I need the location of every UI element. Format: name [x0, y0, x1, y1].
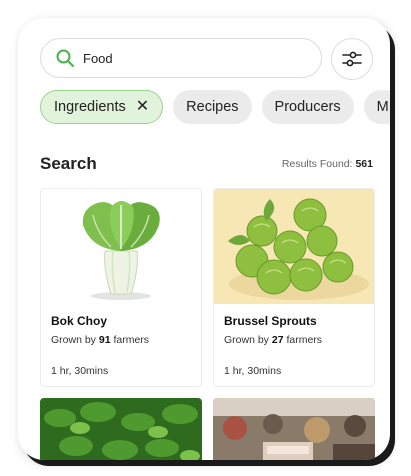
- farmer-count: 27: [271, 334, 284, 346]
- chip-recipes[interactable]: Recipes: [173, 90, 252, 124]
- card-farmers: Grown by 91 farmers: [51, 334, 149, 346]
- filter-button[interactable]: [331, 38, 373, 80]
- recipe-card[interactable]: Bok Choy Grown by 91 farmers 1 hr, 30min…: [40, 188, 202, 387]
- chip-producers[interactable]: Producers: [261, 90, 354, 124]
- search-bar[interactable]: [40, 38, 322, 78]
- chip-label: Producers: [274, 99, 341, 115]
- chip-label: Ingredients: [54, 99, 126, 115]
- card-title: Brussel Sprouts: [224, 314, 317, 328]
- results-count: Results Found: 561: [282, 158, 373, 170]
- card-title: Bok Choy: [51, 314, 108, 328]
- greens-image: [40, 398, 202, 460]
- search-icon: [56, 49, 74, 67]
- grown-suffix: farmers: [113, 334, 150, 346]
- results-number: 561: [355, 158, 373, 170]
- chip-label: M: [376, 99, 389, 115]
- grown-prefix: Grown by: [51, 334, 96, 346]
- grown-prefix: Grown by: [224, 334, 269, 346]
- phone-screen: Ingredients ✕ Recipes Producers M Search…: [18, 18, 390, 460]
- results-label: Results Found:: [281, 158, 353, 170]
- search-input[interactable]: [83, 50, 303, 66]
- market-image: [213, 398, 375, 460]
- card-time: 1 hr, 30mins: [224, 365, 282, 377]
- card-time: 1 hr, 30mins: [51, 365, 109, 377]
- filter-chips: Ingredients ✕ Recipes Producers M: [40, 90, 390, 124]
- chip-label: Recipes: [186, 99, 239, 115]
- brussel-sprouts-image: [214, 189, 374, 304]
- chip-ingredients[interactable]: Ingredients ✕: [40, 90, 164, 124]
- recipe-card[interactable]: Brussel Sprouts Grown by 27 farmers 1 hr…: [213, 188, 375, 387]
- grown-suffix: farmers: [286, 334, 323, 346]
- section-title: Search: [40, 154, 97, 173]
- recipe-card-partial[interactable]: [40, 398, 202, 460]
- bok-choy-image: [41, 189, 201, 304]
- recipe-card-partial[interactable]: [213, 398, 375, 460]
- card-farmers: Grown by 27 farmers: [224, 334, 322, 346]
- close-icon[interactable]: ✕: [136, 99, 149, 115]
- sliders-icon: [342, 51, 362, 67]
- farmer-count: 91: [98, 334, 111, 346]
- chip-more[interactable]: M: [363, 90, 390, 124]
